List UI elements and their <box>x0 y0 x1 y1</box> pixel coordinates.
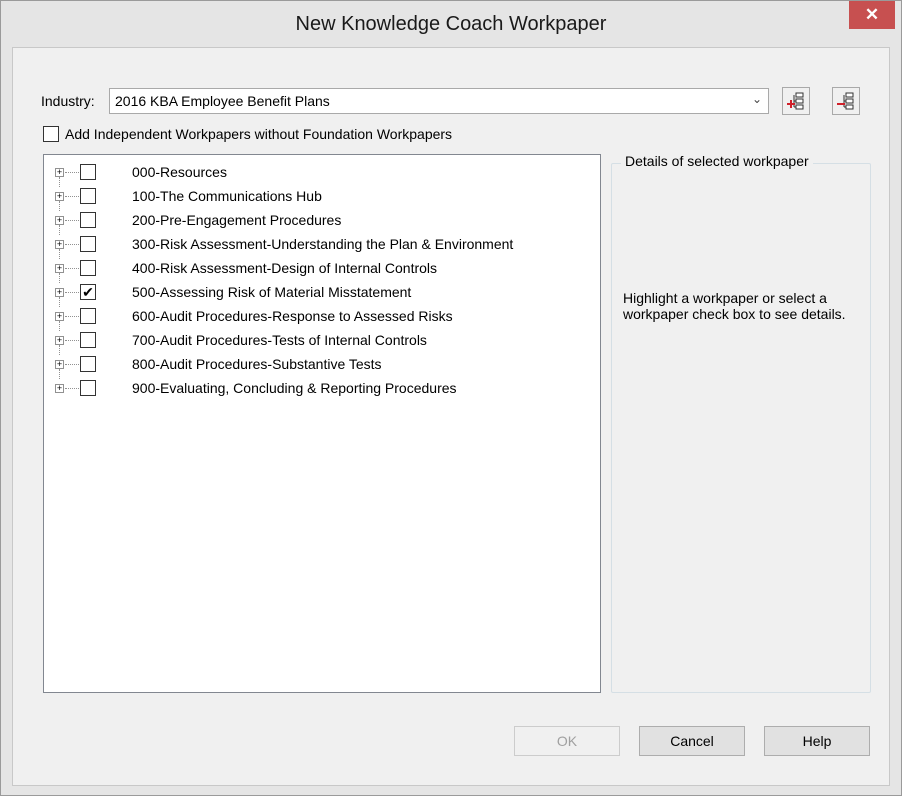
tree-connector <box>65 316 79 317</box>
tree-connector <box>65 388 79 389</box>
tree-item-label: 800-Audit Procedures-Substantive Tests <box>132 356 382 372</box>
tree-connector <box>65 292 79 293</box>
add-workpaper-icon <box>787 92 804 110</box>
dialog-body: Industry: 2016 KBA Employee Benefit Plan… <box>12 47 890 786</box>
independent-workpapers-label: Add Independent Workpapers without Found… <box>65 126 453 142</box>
tree-item-checkbox[interactable] <box>80 356 96 372</box>
independent-workpapers-checkbox[interactable] <box>43 126 59 142</box>
tree-row[interactable]: +200-Pre-Engagement Procedures <box>44 210 600 235</box>
tree-item-checkbox[interactable] <box>80 188 96 204</box>
tree-connector <box>65 196 79 197</box>
help-button[interactable]: Help <box>764 726 870 756</box>
tree-item-label: 700-Audit Procedures-Tests of Internal C… <box>132 332 427 348</box>
window-title: New Knowledge Coach Workpaper <box>295 13 607 35</box>
expand-icon[interactable]: + <box>55 384 64 393</box>
remove-workpaper-icon <box>837 92 854 110</box>
tree-item-label: 500-Assessing Risk of Material Misstatem… <box>132 284 412 300</box>
expand-icon[interactable]: + <box>55 192 64 201</box>
tree-row[interactable]: +400-Risk Assessment-Design of Internal … <box>44 258 600 283</box>
remove-workpaper-button[interactable] <box>832 87 860 115</box>
tree-row[interactable]: +100-The Communications Hub <box>44 186 600 211</box>
tree-row[interactable]: +700-Audit Procedures-Tests of Internal … <box>44 330 600 355</box>
tree-item-label: 000-Resources <box>132 164 227 180</box>
chevron-down-icon: ⌄ <box>751 92 762 106</box>
tree-row[interactable]: + ✔ 500-Assessing Risk of Material Misstat… <box>44 282 600 307</box>
details-hint: Highlight a workpaper or select a workpa… <box>623 290 846 322</box>
tree-connector <box>65 172 79 173</box>
tree-item-label: 600-Audit Procedures-Response to Assesse… <box>132 308 453 324</box>
expand-icon[interactable]: + <box>55 240 64 249</box>
dialog-window: New Knowledge Coach Workpaper ✕ Industry… <box>0 0 902 796</box>
tree-item-label: 300-Risk Assessment-Understanding the Pl… <box>132 236 514 252</box>
close-button[interactable]: ✕ <box>849 1 895 29</box>
tree-connector <box>65 340 79 341</box>
cancel-button[interactable]: Cancel <box>639 726 745 756</box>
tree-connector <box>65 244 79 245</box>
tree-item-checkbox-checked[interactable]: ✔ <box>80 284 96 300</box>
tree-item-checkbox[interactable] <box>80 260 96 276</box>
tree-item-label: 900-Evaluating, Concluding & Reporting P… <box>132 380 457 396</box>
workpaper-tree[interactable]: +000-Resources +100-The Communications Hu… <box>43 154 601 693</box>
tree-row[interactable]: +800-Audit Procedures-Substantive Tests <box>44 354 600 379</box>
close-icon: ✕ <box>864 5 880 24</box>
tree-item-checkbox[interactable] <box>80 212 96 228</box>
industry-selected-value: 2016 KBA Employee Benefit Plans <box>115 93 330 109</box>
tree-item-label: 400-Risk Assessment-Design of Internal C… <box>132 260 438 276</box>
tree-connector <box>65 364 79 365</box>
details-groupbox <box>611 163 871 693</box>
tree-item-checkbox[interactable] <box>80 380 96 396</box>
tree-connector <box>65 220 79 221</box>
expand-icon[interactable]: + <box>55 264 64 273</box>
independent-workpapers-option[interactable]: Add Independent Workpapers without Found… <box>43 126 452 142</box>
expand-icon[interactable]: + <box>55 288 64 297</box>
ok-button[interactable]: OK <box>514 726 620 756</box>
details-legend: Details of selected workpaper <box>621 153 813 169</box>
expand-icon[interactable]: + <box>55 216 64 225</box>
tree-item-checkbox[interactable] <box>80 308 96 324</box>
expand-icon[interactable]: + <box>55 360 64 369</box>
expand-icon[interactable]: + <box>55 336 64 345</box>
tree-item-checkbox[interactable] <box>80 236 96 252</box>
add-workpaper-button[interactable] <box>782 87 810 115</box>
tree-row[interactable]: +600-Audit Procedures-Response to Assess… <box>44 306 600 331</box>
expand-icon[interactable]: + <box>55 168 64 177</box>
title-bar[interactable]: New Knowledge Coach Workpaper ✕ <box>1 1 901 47</box>
expand-icon[interactable]: + <box>55 312 64 321</box>
industry-dropdown[interactable]: 2016 KBA Employee Benefit Plans ⌄ <box>109 88 769 114</box>
tree-row[interactable]: +900-Evaluating, Concluding & Reporting … <box>44 378 600 401</box>
tree-connector <box>65 268 79 269</box>
tree-item-checkbox[interactable] <box>80 164 96 180</box>
tree-item-label: 200-Pre-Engagement Procedures <box>132 212 342 228</box>
tree-item-label: 100-The Communications Hub <box>132 188 322 204</box>
tree-item-checkbox[interactable] <box>80 332 96 348</box>
industry-label: Industry: <box>41 93 95 109</box>
tree-row[interactable]: +000-Resources <box>44 162 600 187</box>
tree-row[interactable]: +300-Risk Assessment-Understanding the P… <box>44 234 600 259</box>
